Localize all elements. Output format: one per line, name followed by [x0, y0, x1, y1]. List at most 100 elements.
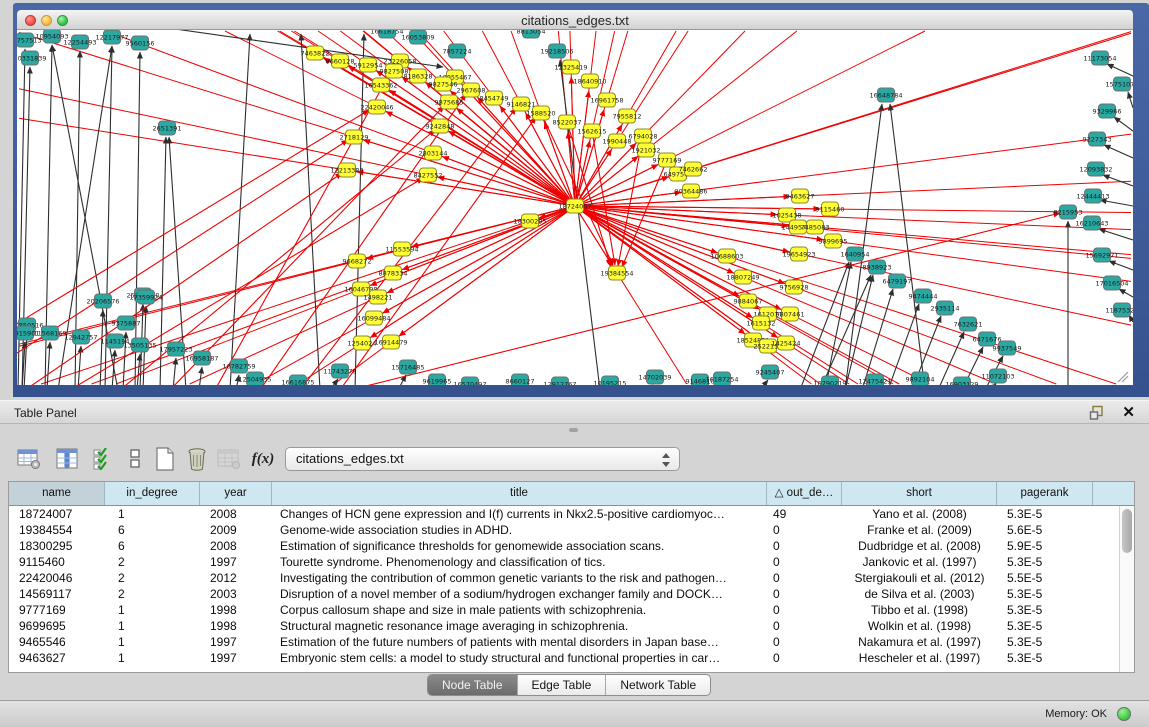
graph-node[interactable]: 17016504	[1095, 276, 1128, 290]
scrollbar-thumb[interactable]	[1122, 509, 1132, 553]
table-row[interactable]: 911546021997Tourette syndrome. Phenomeno…	[9, 554, 1134, 570]
graph-node[interactable]: 2718129	[340, 130, 369, 144]
graph-node[interactable]: 9115460	[816, 202, 845, 216]
graph-node[interactable]: 10688603	[710, 249, 743, 263]
graph-node[interactable]: 16782759	[222, 359, 255, 373]
graph-node[interactable]: 16187254	[705, 372, 738, 385]
table-row[interactable]: 977716911998Corpus callosum shape and si…	[9, 602, 1134, 618]
graph-node[interactable]: 1921032	[632, 143, 661, 157]
graph-node[interactable]: 11743278	[323, 364, 356, 378]
table-row[interactable]: 1938455462009Genome-wide association stu…	[9, 522, 1134, 538]
graph-node[interactable]: 19654923	[782, 247, 815, 261]
graph-node[interactable]: 16914479	[374, 335, 407, 349]
graph-node[interactable]: 15716485	[391, 360, 424, 374]
column-header-title[interactable]: title	[272, 482, 767, 505]
graph-node[interactable]: 9899695	[819, 234, 848, 248]
network-window-titlebar[interactable]: citations_edges.txt	[17, 10, 1133, 30]
graph-node[interactable]: 7632621	[954, 317, 983, 331]
select-columns-icon[interactable]	[52, 444, 82, 474]
graph-node[interactable]: 16099484	[357, 311, 390, 325]
column-header-out_de[interactable]: △ out_de…	[767, 482, 842, 505]
column-header-year[interactable]: year	[200, 482, 272, 505]
table-row[interactable]: 946554611997Estimation of the future num…	[9, 634, 1134, 650]
table-row[interactable]: 1456911722003Disruption of a novel membe…	[9, 586, 1134, 602]
graph-node[interactable]: 20206576	[86, 294, 119, 308]
graph-node[interactable]: 1990448	[603, 134, 632, 148]
tab-node-table[interactable]: Node Table	[428, 675, 518, 695]
graph-node[interactable]: 8215953	[1054, 205, 1083, 219]
graph-node[interactable]: 19384554	[600, 266, 633, 280]
graph-node[interactable]: 12475421	[858, 374, 891, 385]
graph-node[interactable]: 8427552	[414, 168, 443, 182]
graph-node[interactable]: 6794028	[629, 129, 658, 143]
graph-node[interactable]: 8813054	[517, 30, 546, 38]
graph-node[interactable]: 2803144	[419, 146, 448, 160]
graph-node[interactable]: 19218506	[540, 44, 573, 58]
function-builder-icon[interactable]: f(x)	[248, 444, 278, 474]
network-canvas[interactable]: 1875751310954093122544931221797795601562…	[17, 30, 1133, 385]
graph-node[interactable]: 16053809	[401, 30, 434, 44]
memory-ok-icon[interactable]	[1117, 707, 1131, 721]
graph-node[interactable]: 1640954	[841, 247, 870, 261]
delete-table-icon[interactable]	[182, 444, 212, 474]
table-row[interactable]: 1830029562008Estimation of significance …	[9, 538, 1134, 554]
table-settings-icon[interactable]	[14, 444, 44, 474]
graph-node[interactable]: 1254024	[348, 336, 377, 350]
graph-node[interactable]: 9619965	[423, 374, 452, 385]
graph-node[interactable]: 9463627	[786, 189, 815, 203]
table-vertical-scrollbar[interactable]	[1119, 506, 1134, 672]
graph-node[interactable]: 1562615	[578, 124, 607, 138]
graph-node[interactable]: 11875322	[1105, 303, 1133, 317]
graph-node[interactable]: 16648784	[869, 88, 902, 102]
graph-node[interactable]: 11173054	[1083, 51, 1116, 65]
graph-node[interactable]: 7955812	[613, 109, 642, 123]
table-row[interactable]: 946362711997Embryonic stem cells: a mode…	[9, 650, 1134, 666]
graph-node[interactable]: 18640910	[573, 74, 606, 88]
graph-node[interactable]: 2935114	[931, 301, 960, 315]
new-table-icon[interactable]	[150, 444, 180, 474]
graph-node[interactable]: 20364486	[674, 184, 707, 198]
graph-node[interactable]: 11553594	[385, 242, 418, 256]
graph-node[interactable]: 9227343	[1083, 132, 1112, 146]
graph-node[interactable]: 9875685	[435, 95, 464, 109]
column-header-in_degree[interactable]: in_degree	[105, 482, 200, 505]
graph-node[interactable]: 7857224	[443, 44, 472, 58]
graph-node[interactable]: 8660127	[506, 374, 535, 385]
graph-node[interactable]: 9884067	[734, 294, 763, 308]
graph-node[interactable]: 8878334	[379, 266, 408, 280]
column-header-short[interactable]: short	[842, 482, 997, 505]
table-row[interactable]: 969969511998Structural magnetic resonanc…	[9, 618, 1134, 634]
graph-node[interactable]: 11072103	[981, 369, 1014, 383]
split-pane-handle[interactable]	[569, 428, 578, 432]
graph-node[interactable]: 12093832	[1079, 162, 1112, 176]
graph-node[interactable]: 9245407	[756, 365, 785, 379]
tab-edge-table[interactable]: Edge Table	[518, 675, 607, 695]
table-row[interactable]: 1872400712008Changes of HCN gene express…	[9, 506, 1134, 522]
graph-node[interactable]: 12912767	[543, 377, 576, 385]
graph-node[interactable]: 8938923	[863, 260, 892, 274]
graph-node[interactable]: 16961758	[590, 93, 623, 107]
graph-node[interactable]: 16618754	[370, 30, 403, 38]
graph-node[interactable]: 14702039	[638, 370, 671, 384]
graph-node[interactable]: 9329966	[1093, 104, 1122, 118]
column-header-pagerank[interactable]: pagerank	[997, 482, 1093, 505]
graph-node[interactable]: 16903129	[945, 377, 978, 385]
graph-node[interactable]: 12325419	[554, 60, 587, 74]
graph-node[interactable]: 10790219	[813, 376, 846, 385]
graph-node[interactable]: 12213383	[330, 163, 363, 177]
graph-node[interactable]: 5912954	[354, 58, 383, 72]
merge-tables-icon[interactable]	[120, 444, 150, 474]
graph-node[interactable]: 18300295	[513, 214, 546, 228]
graph-node[interactable]: 15692971	[1085, 248, 1118, 262]
graph-node[interactable]: 12217977	[95, 30, 128, 44]
graph-node[interactable]: 15751074	[1105, 77, 1133, 91]
graph-node[interactable]: 6479197	[883, 274, 912, 288]
table-selector-dropdown[interactable]: citations_edges.txt	[285, 447, 680, 471]
graph-node[interactable]: 20331839	[17, 51, 47, 65]
select-rows-icon[interactable]	[88, 444, 118, 474]
graph-node[interactable]: 12504935	[238, 372, 271, 385]
float-panel-icon[interactable]	[1089, 405, 1105, 421]
graph-node[interactable]: 2651391	[153, 121, 182, 135]
graph-node[interactable]: 16543362	[364, 78, 397, 92]
graph-node[interactable]: 16570497	[453, 377, 486, 385]
